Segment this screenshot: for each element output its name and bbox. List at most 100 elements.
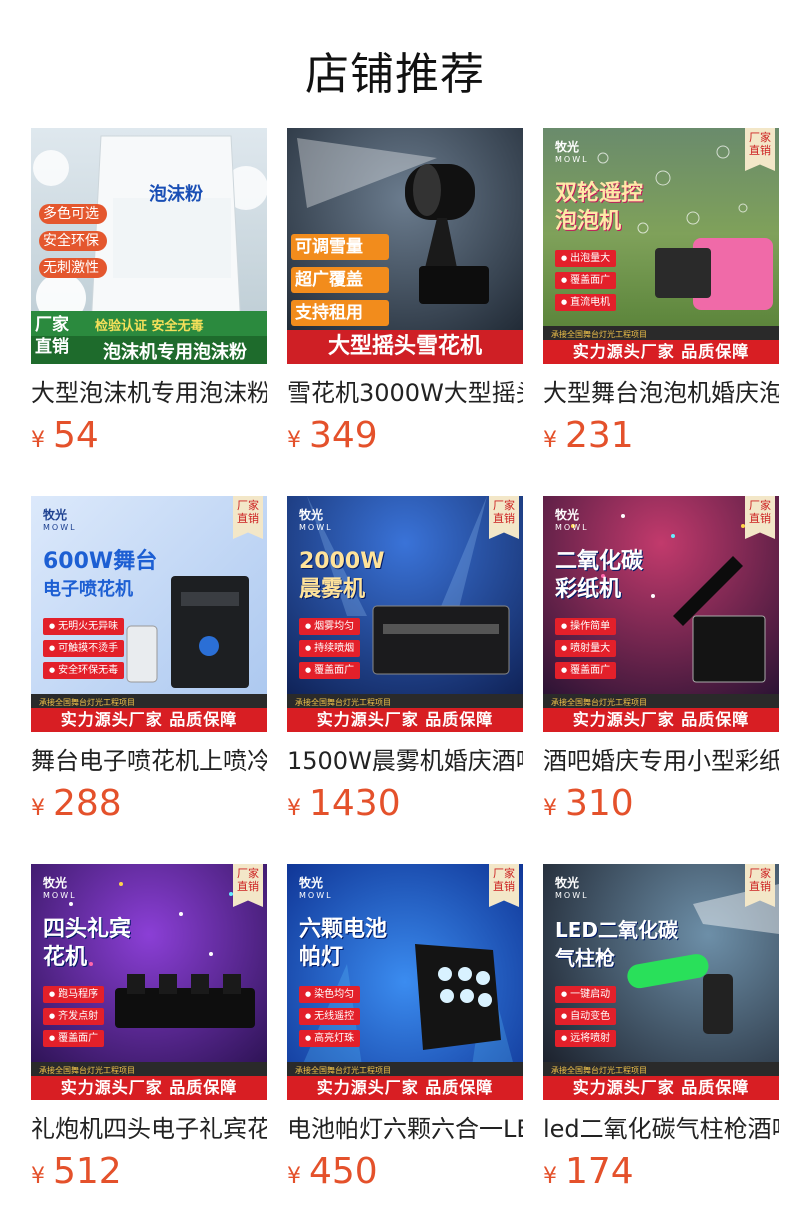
feature-badge: 多色可选 (39, 204, 107, 224)
feature-badge: 远将喷射 (555, 1030, 617, 1047)
brand-name: 牧光 (555, 508, 580, 522)
currency-symbol: ¥ (543, 796, 557, 821)
bottom-banner: 实力源头厂家 品质保障 (287, 1076, 523, 1100)
product-name[interactable]: 礼炮机四头电子礼宾花机 (31, 1114, 267, 1144)
brand-logo: 牧光 MOWL (43, 874, 77, 900)
product-card[interactable]: 可调雪量 超广覆盖 支持租用 大型摇头雪花机 雪花机3000W大型摇头雪花机 ¥… (287, 128, 523, 496)
headline-line: 帕灯 (299, 945, 344, 970)
price-value: 174 (565, 1151, 634, 1192)
brand-en: MOWL (299, 891, 333, 900)
sub-band: 承接全国舞台灯光工程项目 (543, 697, 779, 708)
headline: 四头礼宾 花机 (43, 916, 131, 972)
brand-name: 牧光 (299, 876, 324, 890)
product-card[interactable]: 厂家直销 牧光MOWL 四头礼宾 花机 跑马程序 齐发点射 覆盖面广 承接全国舞… (31, 864, 267, 1232)
feature-list: 操作简单 喷射量大 覆盖面广 (555, 618, 617, 684)
feature-badge: 可调雪量 (291, 234, 389, 260)
product-card[interactable]: 厂家直销 牧光MOWL 2000W 晨雾机 烟雾均匀 持续喷烟 覆盖面广 承接全… (287, 496, 523, 864)
sub-band: 承接全国舞台灯光工程项目 (287, 1065, 523, 1076)
bottom-banner: 实力源头厂家 品质保障 (543, 708, 779, 732)
feature-list: 无明火无异味 可触摸不烫手 安全环保无毒 (43, 618, 125, 684)
product-name[interactable]: 酒吧婚庆专用小型彩纸机 (543, 746, 779, 776)
feature-list: 跑马程序 齐发点射 覆盖面广 (43, 986, 105, 1052)
product-image: 可调雪量 超广覆盖 支持租用 大型摇头雪花机 (287, 128, 523, 364)
headline: 2000W 晨雾机 (299, 548, 385, 604)
sub-band: 承接全国舞台灯光工程项目 (543, 1065, 779, 1076)
currency-symbol: ¥ (31, 1164, 45, 1189)
product-image: 厂家直销 牧光MOWL 二氧化碳 彩纸机 操作简单 喷射量大 覆盖面广 承接全国… (543, 496, 779, 732)
feature-list: 染色均匀 无线遥控 高亮灯珠 (299, 986, 361, 1052)
product-grid: 泡沫粉 多色可选 安全环保 无刺激性 厂家直销 检验认证 安全无毒 泡沫机专用泡… (31, 128, 790, 1232)
brand-logo: 牧光 MOWL (299, 874, 333, 900)
feature-badge: 持续喷烟 (299, 640, 361, 657)
sub-band: 承接全国舞台灯光工程项目 (287, 697, 523, 708)
brand-name: 牧光 (43, 876, 68, 890)
product-price: ¥310 (543, 784, 779, 830)
brand-en: MOWL (43, 523, 77, 532)
headline-line: 2000W (299, 549, 385, 574)
currency-symbol: ¥ (543, 428, 557, 453)
product-name[interactable]: 大型泡沫机专用泡沫粉 (31, 378, 267, 408)
brand-logo: 牧光 MOWL (555, 138, 589, 164)
price-value: 288 (53, 783, 122, 824)
product-name[interactable]: 雪花机3000W大型摇头雪花机 (287, 378, 523, 408)
product-price: ¥512 (31, 1152, 267, 1198)
feature-list: 一键启动 自动变色 远将喷射 (555, 986, 617, 1052)
brand-logo: 牧光 MOWL (555, 874, 589, 900)
sub-band: 承接全国舞台灯光工程项目 (31, 1065, 267, 1076)
product-card[interactable]: 厂家直销 牧光MOWL 二氧化碳 彩纸机 操作简单 喷射量大 覆盖面广 承接全国… (543, 496, 779, 864)
headline: LED二氧化碳 气柱枪 (555, 916, 678, 972)
product-image: 厂家直销 牧光MOWL 四头礼宾 花机 跑马程序 齐发点射 覆盖面广 承接全国舞… (31, 864, 267, 1100)
brand-name: 牧光 (43, 508, 68, 522)
product-name[interactable]: 电池帕灯六颗六合一LED (287, 1114, 523, 1144)
feature-badge: 无线遥控 (299, 1008, 361, 1025)
product-image: 厂家直销 牧光MOWL 2000W 晨雾机 烟雾均匀 持续喷烟 覆盖面广 承接全… (287, 496, 523, 732)
bottom-text: 大型摇头雪花机 (327, 334, 482, 359)
headline-line: 双轮遥控 (555, 181, 644, 206)
feature-badge: 自动变色 (555, 1008, 617, 1025)
product-image: 厂家直销 牧光MOWL 600W舞台 电子喷花机 无明火无异味 可触摸不烫手 安… (31, 496, 267, 732)
product-card[interactable]: 厂家直销 牧光MOWL LED二氧化碳 气柱枪 一键启动 自动变色 远将喷射 承… (543, 864, 779, 1232)
feature-badge: 支持租用 (291, 300, 389, 326)
headline-line: 晨雾机 (299, 577, 366, 602)
product-card[interactable]: 厂家直销 牧光MOWL 600W舞台 电子喷花机 无明火无异味 可触摸不烫手 安… (31, 496, 267, 864)
product-name[interactable]: 舞台电子喷花机上喷冷焰火 (31, 746, 267, 776)
factory-tag: 厂家直销 (233, 864, 263, 907)
factory-tag: 厂家直销 (489, 864, 519, 907)
brand-logo: 牧光 MOWL (299, 506, 333, 532)
product-price: ¥231 (543, 416, 779, 462)
bottom-banner: 实力源头厂家 品质保障 (31, 708, 267, 732)
product-card[interactable]: 厂家直销 牧光MOWL 双轮遥控 泡泡机 出泡量大 覆盖面广 直流电机 承接全国… (543, 128, 779, 496)
feature-badge: 齐发点射 (43, 1008, 105, 1025)
headline: 600W舞台 电子喷花机 (43, 548, 157, 604)
product-name[interactable]: 1500W晨雾机婚庆酒吧 (287, 746, 523, 776)
page-title: 店铺推荐 (305, 49, 485, 100)
price-value: 54 (53, 415, 99, 456)
product-price: ¥1430 (287, 784, 523, 830)
factory-tag: 厂家直销 (745, 496, 775, 539)
feature-badge: 覆盖面广 (555, 662, 617, 679)
corner-label: 厂家直销 (35, 315, 69, 357)
feature-list: 可调雪量 超广覆盖 支持租用 (291, 234, 389, 326)
brand-logo: 牧光 MOWL (43, 506, 77, 532)
feature-badge: 安全环保 (39, 231, 107, 251)
headline: 二氧化碳 彩纸机 (555, 548, 643, 604)
feature-list: 烟雾均匀 持续喷烟 覆盖面广 (299, 618, 361, 684)
brand-en: MOWL (555, 891, 589, 900)
currency-symbol: ¥ (543, 1164, 557, 1189)
bottom-text: 泡沫机专用泡沫粉 (103, 342, 247, 363)
headline-line: 六颗电池 (299, 917, 388, 942)
currency-symbol: ¥ (287, 1164, 301, 1189)
product-price: ¥349 (287, 416, 523, 462)
product-card[interactable]: 厂家直销 牧光MOWL 六颗电池 帕灯 染色均匀 无线遥控 高亮灯珠 承接全国舞… (287, 864, 523, 1232)
feature-badge: 高亮灯珠 (299, 1030, 361, 1047)
sub-band: 承接全国舞台灯光工程项目 (31, 697, 267, 708)
product-name[interactable]: led二氧化碳气柱枪酒吧 (543, 1114, 779, 1144)
product-price: ¥174 (543, 1152, 779, 1198)
headline-line: 花机 (43, 945, 88, 970)
bottom-banner: 实力源头厂家 品质保障 (543, 1076, 779, 1100)
currency-symbol: ¥ (31, 428, 45, 453)
product-card[interactable]: 泡沫粉 多色可选 安全环保 无刺激性 厂家直销 检验认证 安全无毒 泡沫机专用泡… (31, 128, 267, 496)
feature-badge: 覆盖面广 (43, 1030, 105, 1047)
product-name[interactable]: 大型舞台泡泡机婚庆泡泡机 (543, 378, 779, 408)
product-image: 厂家直销 牧光MOWL LED二氧化碳 气柱枪 一键启动 自动变色 远将喷射 承… (543, 864, 779, 1100)
